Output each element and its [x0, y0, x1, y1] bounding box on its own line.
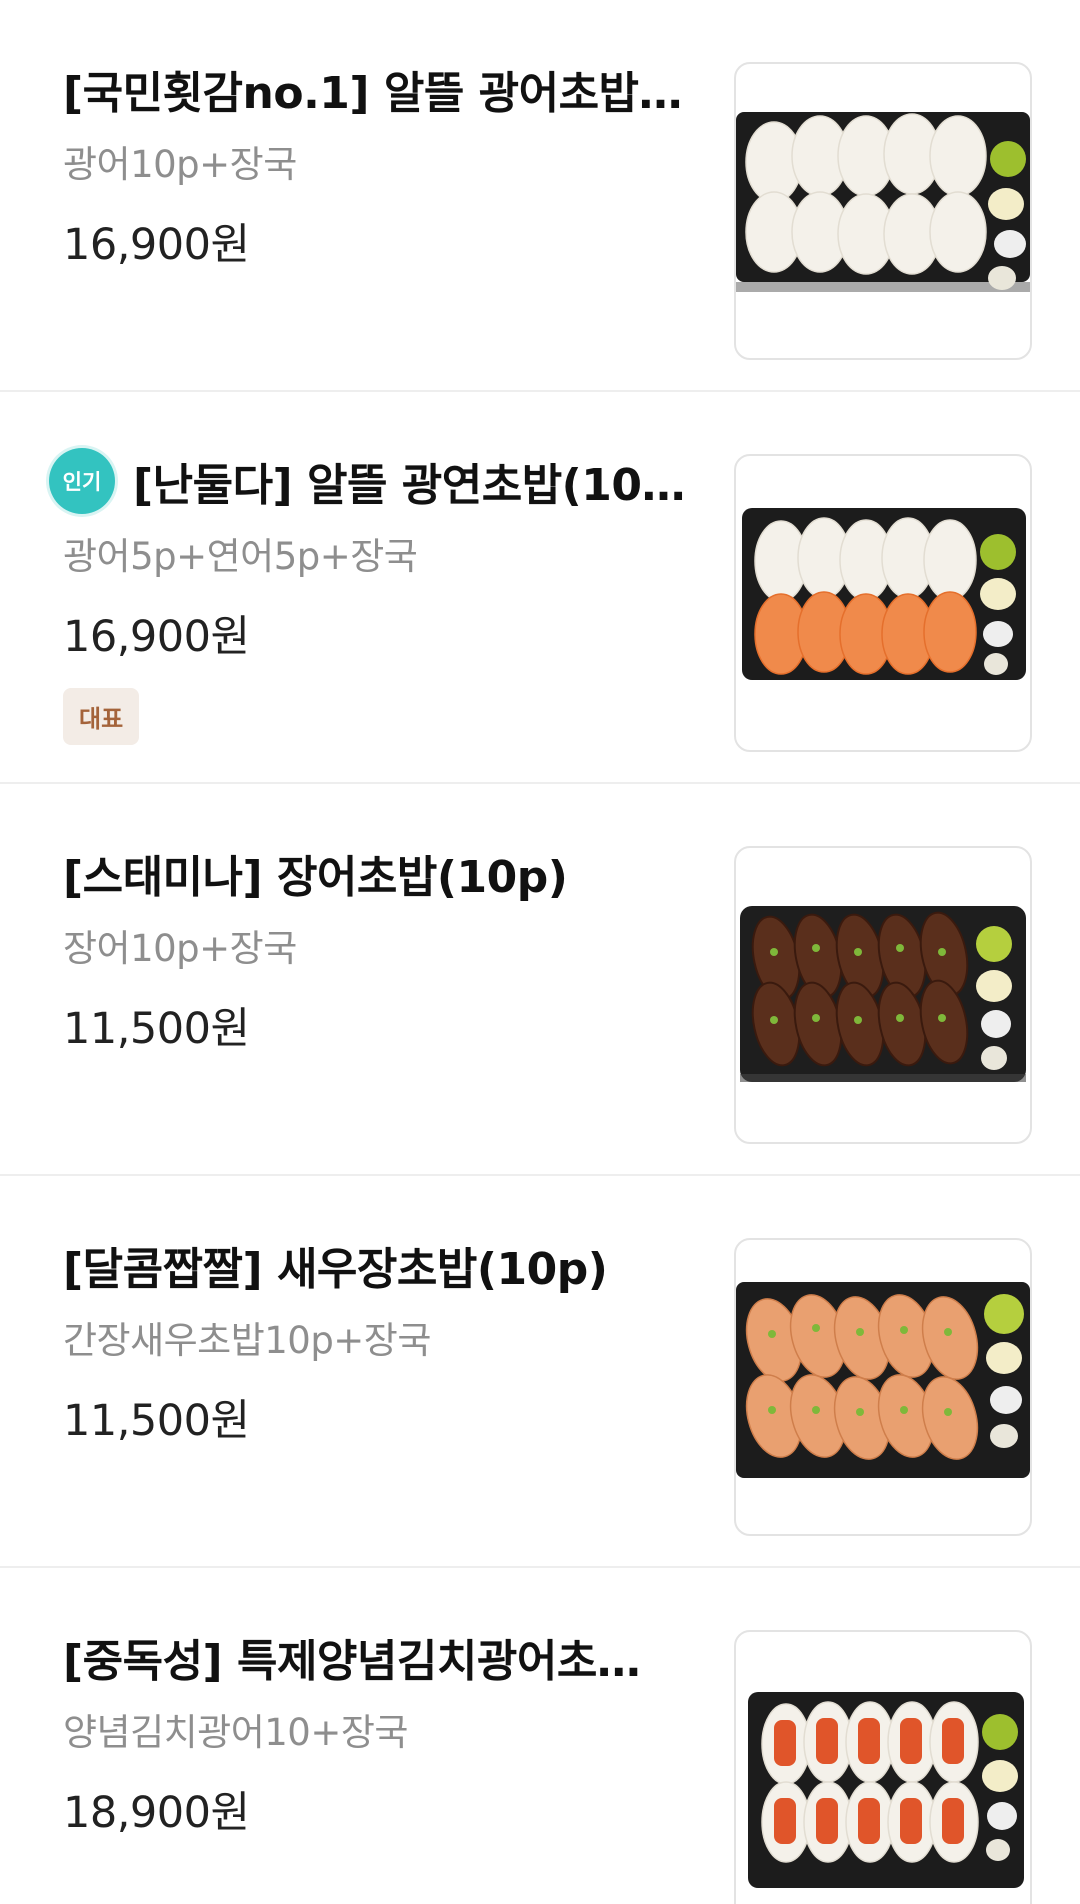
menu-item-title: [중독성] 특제양념김치광어초… — [63, 1636, 641, 1687]
menu-item-title: [스태미나] 장어초밥(10p) — [63, 852, 568, 903]
kimchi-flatfish-sushi-image[interactable] — [734, 1630, 1032, 1904]
flatfish-salmon-sushi-image[interactable] — [734, 454, 1032, 752]
menu-item-info: [스태미나] 장어초밥(10p) 장어10p+장국 11,500원 — [63, 842, 713, 1056]
menu-item-title: [달콤짭짤] 새우장초밥(10p) — [63, 1244, 608, 1295]
flatfish-sushi-icon — [736, 112, 1030, 292]
representative-tag: 대표 — [63, 688, 140, 745]
menu-item-description: 광어5p+연어5p+장국 — [63, 535, 418, 578]
menu-item-info: [국민횟감no.1] 알뜰 광어초밥… 광어10p+장국 16,900원 — [63, 58, 713, 272]
menu-item-description: 양념김치광어10+장국 — [63, 1711, 408, 1754]
menu-item-title: [난둘다] 알뜰 광연초밥(10… — [133, 460, 686, 511]
menu-item-price: 16,900원 — [63, 612, 250, 662]
menu-item-info: [중독성] 특제양념김치광어초… 양념김치광어10+장국 18,900원 — [63, 1626, 713, 1840]
popular-badge: 인기 — [49, 448, 115, 514]
menu-item-title-row: 인기 [난둘다] 알뜰 광연초밥(10… — [49, 448, 713, 514]
shrimp-sushi-icon — [736, 1282, 1030, 1478]
menu-item-description: 장어10p+장국 — [63, 927, 297, 970]
menu-item[interactable]: [달콤짭짤] 새우장초밥(10p) 간장새우초밥10p+장국 11,500원 — [0, 1176, 1080, 1568]
flatfish-salmon-sushi-icon — [742, 508, 1026, 680]
shrimp-sushi-image[interactable] — [734, 1238, 1032, 1536]
menu-item-info: [달콤짭짤] 새우장초밥(10p) 간장새우초밥10p+장국 11,500원 — [63, 1234, 713, 1448]
menu-item[interactable]: 인기 [난둘다] 알뜰 광연초밥(10… 광어5p+연어5p+장국 16,900… — [0, 392, 1080, 784]
menu-item-description: 간장새우초밥10p+장국 — [63, 1319, 431, 1362]
menu-item[interactable]: [국민횟감no.1] 알뜰 광어초밥… 광어10p+장국 16,900원 — [0, 0, 1080, 392]
eel-sushi-image[interactable] — [734, 846, 1032, 1144]
menu-item-info: 인기 [난둘다] 알뜰 광연초밥(10… 광어5p+연어5p+장국 16,900… — [49, 448, 713, 745]
menu-item-price: 11,500원 — [63, 1396, 250, 1446]
kimchi-flatfish-sushi-icon — [748, 1692, 1024, 1888]
menu-item-price: 16,900원 — [63, 220, 250, 270]
menu-item-title-row: [국민횟감no.1] 알뜰 광어초밥… — [63, 58, 713, 120]
menu-list: [국민횟감no.1] 알뜰 광어초밥… 광어10p+장국 16,900원 인기 … — [0, 0, 1080, 1904]
menu-item[interactable]: [스태미나] 장어초밥(10p) 장어10p+장국 11,500원 — [0, 784, 1080, 1176]
menu-item-description: 광어10p+장국 — [63, 143, 297, 186]
eel-sushi-icon — [740, 906, 1026, 1082]
menu-item-price: 11,500원 — [63, 1004, 250, 1054]
menu-item-title: [국민횟감no.1] 알뜰 광어초밥… — [63, 68, 683, 119]
flatfish-sushi-image[interactable] — [734, 62, 1032, 360]
menu-item[interactable]: [중독성] 특제양념김치광어초… 양념김치광어10+장국 18,900원 — [0, 1568, 1080, 1904]
menu-item-price: 18,900원 — [63, 1788, 250, 1838]
menu-item-title-row: [스태미나] 장어초밥(10p) — [63, 842, 713, 904]
menu-item-title-row: [달콤짭짤] 새우장초밥(10p) — [63, 1234, 713, 1296]
menu-item-title-row: [중독성] 특제양념김치광어초… — [63, 1626, 713, 1688]
